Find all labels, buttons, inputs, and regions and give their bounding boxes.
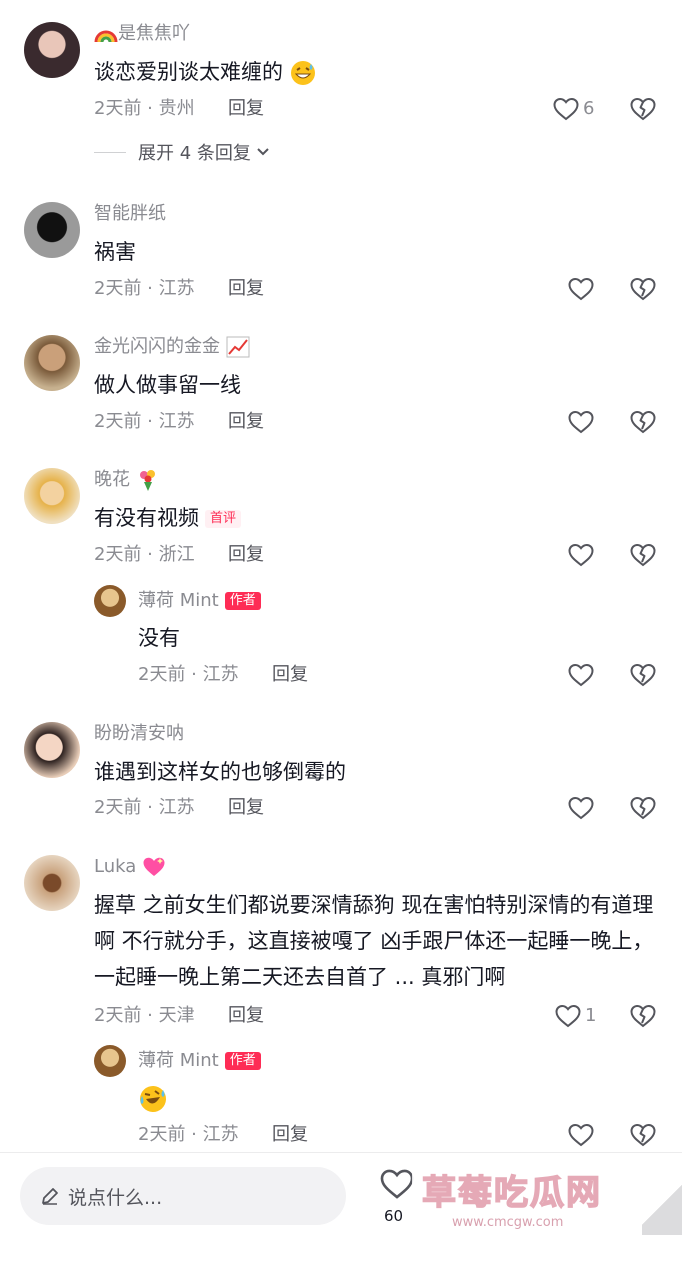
comment-meta: 2天前 · 江苏 <box>94 411 195 432</box>
heart-icon[interactable] <box>555 1004 581 1028</box>
heart-icon[interactable] <box>568 543 594 567</box>
author-badge: 作者 <box>224 592 261 610</box>
page-curl <box>642 1175 682 1235</box>
grin-sweat-emoji <box>290 61 315 85</box>
heart-icon[interactable] <box>553 97 579 121</box>
comment-meta: 2天前 · 浙江 <box>94 544 195 565</box>
comment-text[interactable]: 握草 之前女生们都说要深情舔狗 现在害怕特别深情的有道理啊 不行就分手，这直接被… <box>94 887 664 995</box>
broken-heart-icon[interactable] <box>630 796 656 820</box>
reply-text[interactable]: 没有 <box>138 620 180 656</box>
heart-icon[interactable] <box>568 410 594 434</box>
reply-meta: 2天前 · 江苏 <box>138 664 239 685</box>
comment-text[interactable]: 有没有视频 首评 <box>94 500 242 536</box>
comment-input[interactable]: 说点什么... <box>20 1167 346 1225</box>
reply-button[interactable]: 回复 <box>228 543 264 567</box>
watermark: 草莓吃瓜网 www.cmcgw.com <box>412 1165 682 1235</box>
reply-meta: 2天前 · 江苏 <box>138 1124 239 1145</box>
avatar[interactable] <box>24 468 80 524</box>
avatar[interactable] <box>94 585 126 617</box>
comment-text[interactable]: 做人做事留一线 <box>94 367 241 403</box>
broken-heart-icon[interactable] <box>630 97 656 121</box>
reply-button[interactable]: 回复 <box>228 796 264 820</box>
expand-replies-button[interactable]: 展开 4 条回复 <box>94 140 271 164</box>
reply-button[interactable]: 回复 <box>228 277 264 301</box>
comment-meta: 2天前 · 贵州 <box>94 98 195 119</box>
comment-author[interactable]: 智能胖纸 <box>94 202 166 226</box>
reply-text[interactable] <box>138 1080 168 1116</box>
comment-author[interactable]: 是焦焦吖 <box>94 22 190 46</box>
avatar[interactable] <box>24 855 80 911</box>
comment-text[interactable]: 谁遇到这样女的也够倒霉的 <box>94 754 346 790</box>
broken-heart-icon[interactable] <box>630 663 656 687</box>
avatar[interactable] <box>94 1045 126 1077</box>
heart-icon[interactable] <box>568 663 594 687</box>
like-count: 60 <box>384 1207 404 1225</box>
comment-author[interactable]: Luka <box>94 855 166 879</box>
chart-up-emoji <box>226 336 250 358</box>
chevron-down-icon <box>257 148 269 156</box>
heart-icon[interactable] <box>568 277 594 301</box>
broken-heart-icon[interactable] <box>630 543 656 567</box>
heart-icon[interactable] <box>568 1123 594 1147</box>
author-badge: 作者 <box>224 1052 261 1070</box>
avatar[interactable] <box>24 202 80 258</box>
bouquet-emoji <box>139 470 155 491</box>
avatar[interactable] <box>24 22 80 78</box>
comment-text[interactable]: 谈恋爱别谈太难缠的 <box>94 54 316 90</box>
rainbow-emoji <box>94 30 118 43</box>
crying-laughing-emoji <box>140 1086 166 1112</box>
reply-author[interactable]: 薄荷 Mint 作者 <box>138 1049 261 1073</box>
broken-heart-icon[interactable] <box>630 410 656 434</box>
heart-icon[interactable] <box>380 1167 414 1201</box>
heart-icon[interactable] <box>568 796 594 820</box>
like-count: 6 <box>583 98 595 119</box>
comment-author[interactable]: 晚花 <box>94 468 160 492</box>
reply-button[interactable]: 回复 <box>228 1004 264 1028</box>
broken-heart-icon[interactable] <box>630 277 656 301</box>
pencil-icon <box>42 1188 58 1205</box>
first-comment-badge: 首评 <box>205 510 242 528</box>
comment-author[interactable]: 盼盼清安呐 <box>94 722 184 746</box>
comment-author[interactable]: 金光闪闪的金金 <box>94 335 250 359</box>
broken-heart-icon[interactable] <box>630 1123 656 1147</box>
reply-button[interactable]: 回复 <box>228 410 264 434</box>
reply-button[interactable]: 回复 <box>272 1123 308 1147</box>
like-count: 1 <box>585 1005 597 1026</box>
divider <box>94 151 126 153</box>
reply-author[interactable]: 薄荷 Mint 作者 <box>138 589 261 613</box>
comment-text[interactable]: 祸害 <box>94 234 136 270</box>
bottom-bar: 说点什么... 60 草莓吃瓜网 www.cmcgw.com <box>0 1152 682 1280</box>
comment-meta: 2天前 · 江苏 <box>94 797 195 818</box>
avatar[interactable] <box>24 722 80 778</box>
comment-meta: 2天前 · 天津 <box>94 1005 195 1026</box>
reply-button[interactable]: 回复 <box>228 97 264 121</box>
sparkling-heart-emoji <box>143 857 165 876</box>
avatar[interactable] <box>24 335 80 391</box>
comment-meta: 2天前 · 江苏 <box>94 278 195 299</box>
reply-button[interactable]: 回复 <box>272 663 308 687</box>
broken-heart-icon[interactable] <box>630 1004 656 1028</box>
